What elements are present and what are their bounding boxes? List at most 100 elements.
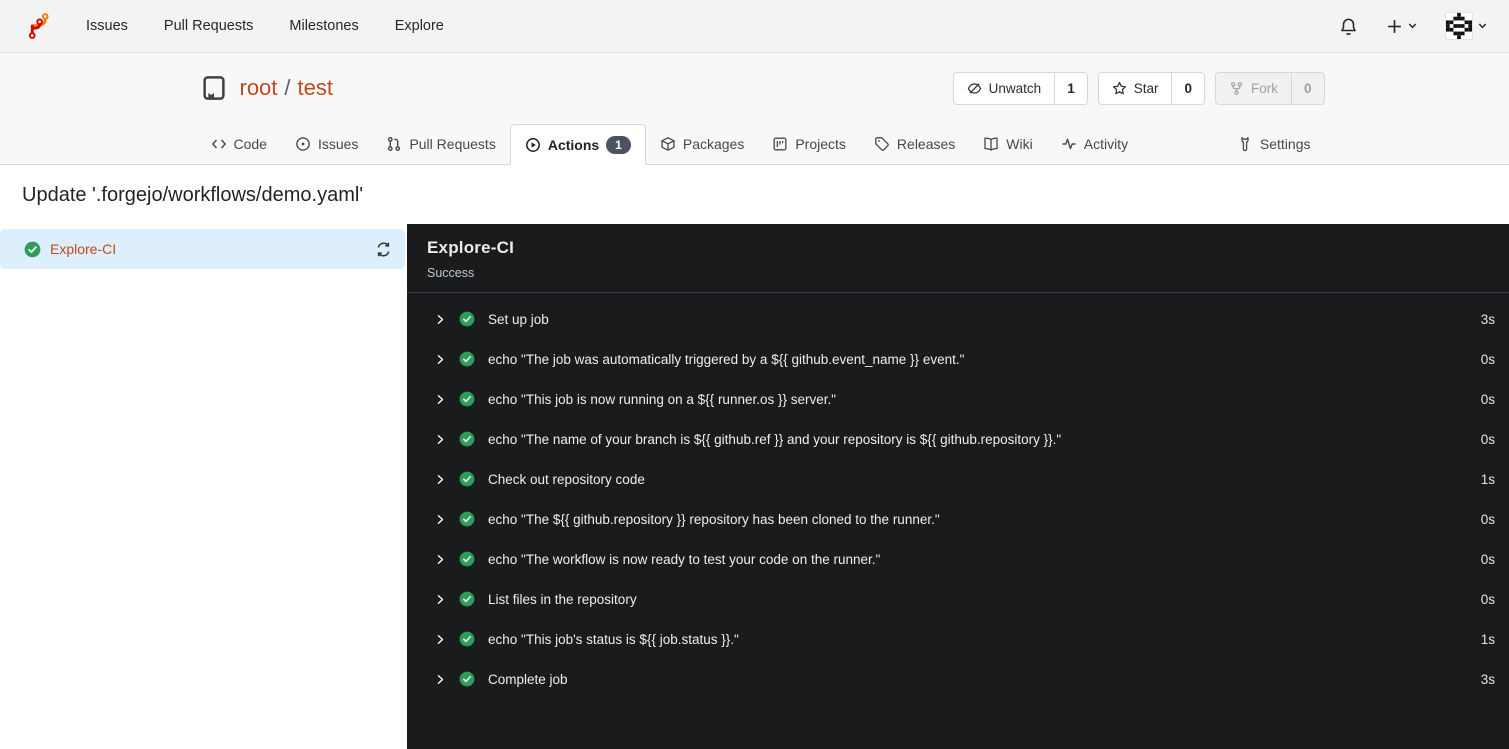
tab-code[interactable]: Code: [197, 124, 281, 164]
step-name: echo "This job's status is ${{ job.statu…: [488, 631, 739, 647]
fork-button[interactable]: Fork: [1216, 73, 1291, 104]
step-row[interactable]: echo "The ${{ github.repository }} repos…: [407, 499, 1509, 539]
project-icon: [773, 137, 787, 151]
step-row[interactable]: echo "The name of your branch is ${{ git…: [407, 419, 1509, 459]
fork-button-group: Fork 0: [1214, 71, 1325, 105]
tab-pull-requests[interactable]: Pull Requests: [372, 124, 509, 164]
job-log-panel: Explore-CI Success Set up job 3s echo "T…: [407, 224, 1509, 749]
check-circle-icon: [459, 511, 475, 527]
tab-label: Packages: [682, 136, 745, 152]
step-name: echo "The workflow is now ready to test …: [488, 551, 881, 567]
tab-activity[interactable]: Activity: [1047, 124, 1142, 164]
step-duration: 1s: [1480, 471, 1495, 487]
fork-count[interactable]: 0: [1290, 72, 1324, 104]
repo-owner-link[interactable]: root: [240, 75, 278, 100]
repo-tabbar: Code Issues Pull Requests Actions 1 Pack…: [0, 123, 1509, 165]
star-count[interactable]: 0: [1171, 72, 1204, 104]
step-name: echo "The name of your branch is ${{ git…: [488, 431, 1062, 447]
chevron-right-icon: [437, 354, 444, 364]
package-icon: [661, 137, 675, 151]
step-row[interactable]: echo "This job is now running on a ${{ r…: [407, 379, 1509, 419]
chevron-right-icon: [437, 594, 444, 604]
run-body: Explore-CI Explore-CI Success Set up job…: [0, 224, 1509, 749]
step-row[interactable]: echo "The workflow is now ready to test …: [407, 539, 1509, 579]
tab-releases[interactable]: Releases: [860, 124, 969, 164]
step-row[interactable]: List files in the repository 0s: [407, 579, 1509, 619]
check-circle-icon: [459, 591, 475, 607]
watch-button-group: Unwatch 1: [952, 71, 1088, 105]
step-duration: 3s: [1480, 671, 1495, 687]
tab-projects[interactable]: Projects: [758, 124, 860, 164]
tab-label: Pull Requests: [409, 136, 496, 152]
step-row[interactable]: echo "This job's status is ${{ job.statu…: [407, 619, 1509, 659]
user-menu-button[interactable]: [1445, 12, 1487, 40]
unwatch-button[interactable]: Unwatch: [954, 73, 1055, 104]
star-icon: [1112, 81, 1126, 94]
nav-issues[interactable]: Issues: [68, 0, 146, 52]
job-log-header: Explore-CI Success: [407, 224, 1509, 293]
nav-explore[interactable]: Explore: [377, 0, 462, 52]
tab-label: Activity: [1083, 136, 1129, 152]
check-circle-icon: [459, 311, 475, 327]
step-name: Check out repository code: [488, 471, 645, 487]
step-duration: 0s: [1480, 591, 1495, 607]
check-circle-icon: [459, 351, 475, 367]
star-button-group: Star 0: [1097, 71, 1205, 105]
create-menu-button[interactable]: [1386, 18, 1417, 35]
tab-wiki[interactable]: Wiki: [969, 124, 1046, 164]
step-duration: 0s: [1480, 551, 1495, 567]
step-row[interactable]: echo "The job was automatically triggere…: [407, 339, 1509, 379]
job-name: Explore-CI: [50, 241, 117, 257]
tab-label: Code: [233, 136, 267, 152]
chevron-right-icon: [437, 434, 444, 444]
step-name: Set up job: [488, 311, 549, 327]
forgejo-logo-icon[interactable]: [22, 11, 52, 41]
pulse-icon: [1062, 138, 1076, 150]
repo-separator: /: [284, 75, 291, 100]
plus-icon: [1388, 19, 1401, 33]
tab-packages[interactable]: Packages: [646, 124, 758, 164]
play-circle-icon: [525, 137, 540, 152]
tab-issues[interactable]: Issues: [281, 124, 372, 164]
star-button[interactable]: Star: [1099, 73, 1172, 104]
tab-label: Releases: [896, 136, 956, 152]
caret-down-icon: [1408, 23, 1417, 29]
navbar-right: [1339, 12, 1487, 40]
run-title: Update '.forgejo/workflows/demo.yaml': [22, 184, 364, 206]
nav-milestones[interactable]: Milestones: [271, 0, 376, 52]
tab-actions[interactable]: Actions 1: [509, 124, 646, 165]
step-name: List files in the repository: [488, 591, 637, 607]
issue-icon: [296, 137, 310, 151]
check-circle-icon: [459, 431, 475, 447]
check-circle-icon: [24, 241, 41, 257]
step-row[interactable]: Complete job 3s: [407, 659, 1509, 699]
nav-pull-requests[interactable]: Pull Requests: [146, 0, 271, 52]
job-item-explore-ci[interactable]: Explore-CI: [0, 229, 405, 269]
step-row[interactable]: Set up job 3s: [407, 299, 1509, 339]
watch-count[interactable]: 1: [1054, 72, 1087, 104]
caret-down-icon: [1478, 23, 1487, 29]
eye-off-icon: [967, 82, 981, 94]
check-circle-icon: [459, 471, 475, 487]
step-duration: 1s: [1480, 631, 1495, 647]
repo-book-icon: [202, 76, 225, 100]
step-row[interactable]: Check out repository code 1s: [407, 459, 1509, 499]
fork-icon: [1230, 81, 1242, 95]
chevron-right-icon: [437, 554, 444, 564]
step-duration: 3s: [1480, 311, 1495, 327]
chevron-right-icon: [437, 674, 444, 684]
chevron-right-icon: [437, 514, 444, 524]
repo-name-link[interactable]: test: [298, 75, 333, 100]
refresh-icon[interactable]: [375, 241, 392, 258]
job-log-title: Explore-CI: [427, 238, 515, 257]
chevron-right-icon: [437, 314, 444, 324]
check-circle-icon: [459, 551, 475, 567]
tab-label: Issues: [317, 136, 359, 152]
tab-label: Actions: [547, 136, 600, 153]
step-name: Complete job: [488, 671, 568, 687]
actions-count-badge: 1: [606, 135, 631, 154]
notifications-button[interactable]: [1339, 17, 1358, 36]
repo-breadcrumb: root / test: [240, 75, 334, 101]
tab-settings[interactable]: Settings: [1223, 124, 1325, 164]
step-name: echo "The job was automatically triggere…: [488, 351, 965, 367]
